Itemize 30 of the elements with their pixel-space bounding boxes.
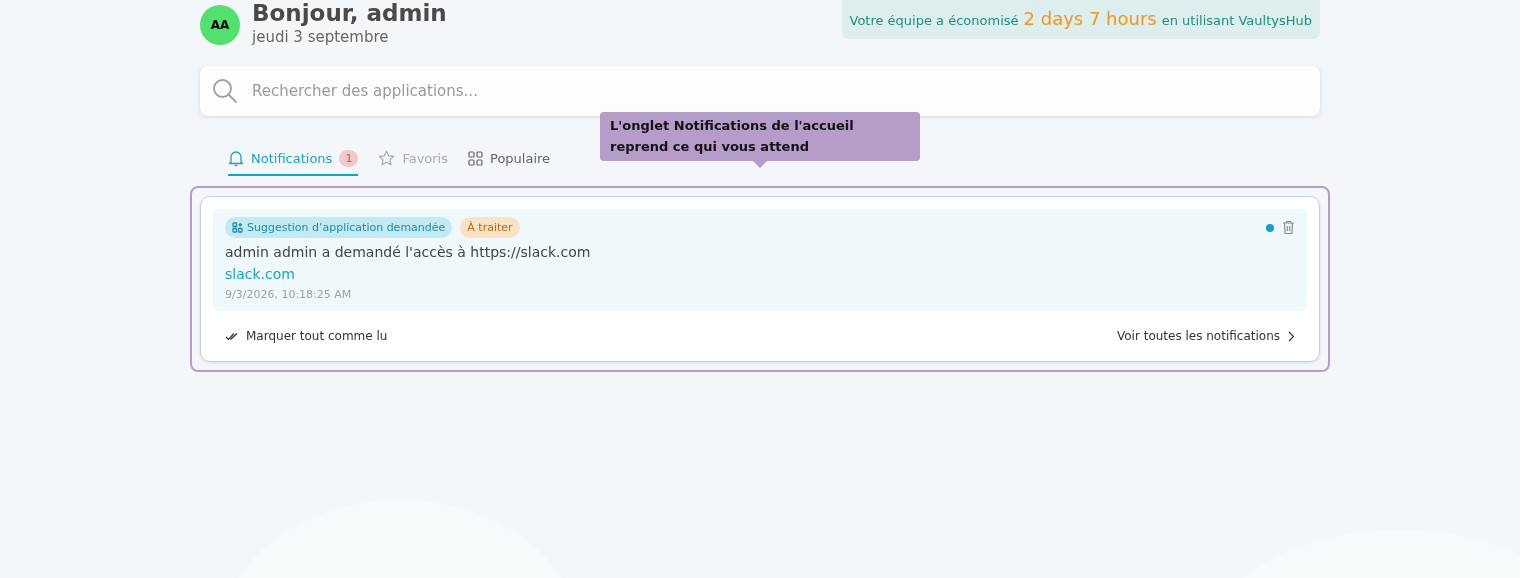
trash-icon [1282, 220, 1295, 235]
tab[interactable]: Notifications 1 [228, 148, 359, 176]
date-text: jeudi 3 septembre [252, 28, 390, 46]
search-bar[interactable]: Rechercher des applications... [200, 66, 1320, 116]
star-icon [378, 149, 396, 167]
status-tag: À traiter [460, 217, 520, 238]
notification-item[interactable]: Suggestion d’application demandée À traiter admin admin a demandé l'accès à https://slack.com slack.com 9/3/2026, 10:18:25 AM [213, 209, 1307, 311]
tooltip: L'onglet Notifications de l'accueil reprend ce qui vous attend [600, 112, 920, 161]
search-icon [212, 78, 238, 104]
bell-icon [228, 149, 244, 167]
tooltip-arrow [753, 161, 767, 168]
tab[interactable]: Populaire [468, 148, 551, 176]
mark-all-read-button[interactable]: Marquer tout comme lu [225, 329, 388, 343]
savings-amount: 2 days 7 hours [1023, 8, 1157, 29]
timestamp: 9/3/2026, 10:18:25 AM [225, 288, 353, 301]
user-avatar: AA [200, 5, 240, 45]
notification-message: admin admin a demandé l'accès à https://slack.com [225, 244, 592, 260]
search-field[interactable]: Rechercher des applications... [250, 81, 1308, 101]
delete-button[interactable] [1282, 220, 1295, 235]
savings-text: Votre équipe a économisé [849, 13, 1019, 28]
count-badge: 1 [339, 149, 359, 167]
apps-icon [232, 222, 243, 233]
savings-text: en utilisant VaultysHub [1161, 13, 1312, 28]
app-link[interactable]: slack.com [225, 266, 295, 282]
greeting-title: Bonjour, admin [252, 0, 447, 26]
grid-icon [468, 150, 483, 166]
category-tag: Suggestion d’application demandée [225, 217, 453, 238]
view-all-button[interactable]: Voir toutes les notifications [1116, 329, 1295, 343]
chevron-right-icon [1288, 330, 1295, 342]
double-check-icon [225, 331, 238, 341]
